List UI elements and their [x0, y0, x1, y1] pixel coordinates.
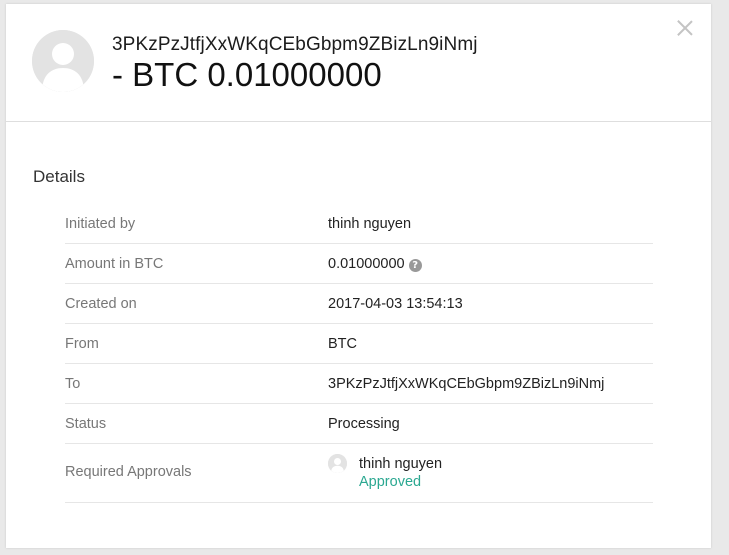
detail-label: Amount in BTC	[65, 256, 164, 272]
transaction-header: 3PKzPzJtfjXxWKqCEbGbpm9ZBizLn9iNmj - BTC…	[6, 4, 711, 122]
user-avatar-icon	[328, 454, 347, 473]
question-icon[interactable]: ?	[408, 259, 422, 272]
detail-value: 2017-04-03 13:54:13	[328, 296, 463, 312]
detail-row-to: To 3PKzPzJtfjXxWKqCEbGbpm9ZBizLn9iNmj	[65, 364, 653, 404]
detail-row-required-approvals: Required Approvals thinh nguyen Approved	[65, 444, 653, 503]
detail-row-initiated-by: Initiated by thinh nguyen	[65, 204, 653, 244]
detail-value: 3PKzPzJtfjXxWKqCEbGbpm9ZBizLn9iNmj	[328, 376, 605, 392]
approver-status: Approved	[359, 474, 422, 490]
detail-row-from: From BTC	[65, 324, 653, 364]
details-heading: Details	[33, 167, 85, 186]
transaction-address-title: 3PKzPzJtfjXxWKqCEbGbpm9ZBizLn9iNmj	[112, 34, 478, 55]
detail-value: BTC	[328, 336, 357, 352]
detail-value-wrap: 0.01000000?	[328, 256, 422, 272]
transaction-detail-panel: 3PKzPzJtfjXxWKqCEbGbpm9ZBizLn9iNmj - BTC…	[6, 4, 711, 548]
detail-value: thinh nguyen	[328, 216, 412, 232]
user-avatar-icon	[32, 30, 94, 92]
detail-label: Initiated by	[65, 216, 136, 232]
detail-label: Required Approvals	[65, 464, 192, 480]
detail-row-amount: Amount in BTC 0.01000000?	[65, 244, 653, 284]
detail-value: Processing	[328, 416, 400, 432]
detail-row-created-on: Created on 2017-04-03 13:54:13	[65, 284, 653, 324]
approver-name: thinh nguyen	[359, 456, 443, 472]
detail-value: 0.01000000	[328, 256, 405, 272]
detail-label: To	[65, 376, 81, 392]
transaction-amount: - BTC 0.01000000	[112, 56, 382, 93]
details-table: Initiated by thinh nguyen Amount in BTC …	[65, 204, 653, 503]
detail-label: From	[65, 336, 99, 352]
detail-label: Status	[65, 416, 107, 432]
detail-row-status: Status Processing	[65, 404, 653, 444]
detail-label: Created on	[65, 296, 137, 312]
